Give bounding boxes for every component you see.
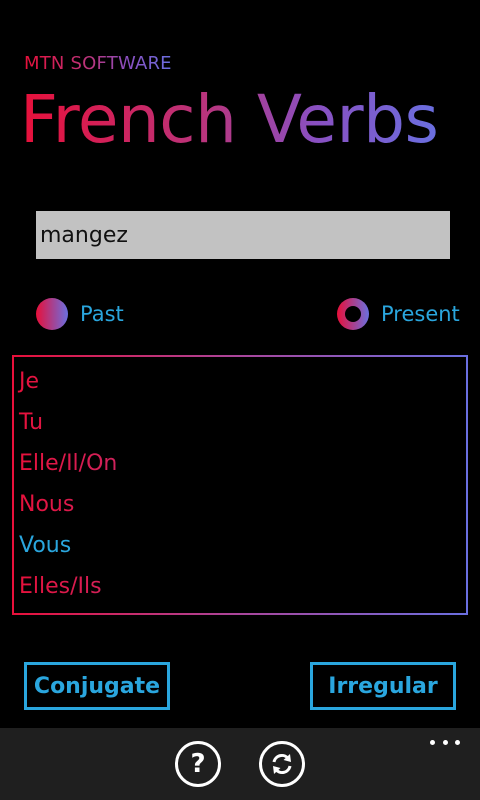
- pronoun-je: Je: [14, 365, 466, 406]
- conjugate-button[interactable]: Conjugate: [24, 662, 170, 710]
- present-radio-circle[interactable]: [337, 298, 369, 330]
- company-label: MTN SOFTWARE: [24, 53, 172, 74]
- pronoun-elle-il-on: Elle/Il/On: [14, 447, 466, 488]
- help-button[interactable]: ?: [175, 741, 221, 787]
- more-dot-icon: [430, 739, 435, 745]
- conjugation-panel: Je Tu Elle/Il/On Nous Vous Elles/Ils: [12, 355, 468, 615]
- more-dot-icon: [442, 739, 448, 745]
- more-dot-icon: [455, 739, 460, 745]
- app-bar: ?: [0, 728, 480, 800]
- refresh-icon: [272, 753, 292, 775]
- pronoun-tu: Tu: [14, 406, 466, 447]
- more-button[interactable]: [430, 732, 460, 752]
- past-radio[interactable]: Past: [36, 298, 124, 330]
- verb-input[interactable]: [36, 211, 450, 259]
- pronoun-nous: Nous: [14, 488, 466, 529]
- conjugation-list: Je Tu Elle/Il/On Nous Vous Elles/Ils: [14, 357, 466, 613]
- pronoun-vous: Vous: [19, 533, 72, 558]
- app-title: French Verbs: [20, 78, 439, 162]
- irregular-button[interactable]: Irregular: [310, 662, 456, 710]
- pronoun-elles-ils: Elles/Ils: [14, 570, 466, 611]
- past-radio-label[interactable]: Past: [80, 298, 124, 330]
- present-radio-label[interactable]: Present: [381, 298, 460, 330]
- past-radio-circle[interactable]: [36, 298, 68, 330]
- help-icon: ?: [190, 749, 206, 779]
- refresh-button[interactable]: [259, 741, 305, 787]
- present-radio[interactable]: Present: [337, 298, 460, 330]
